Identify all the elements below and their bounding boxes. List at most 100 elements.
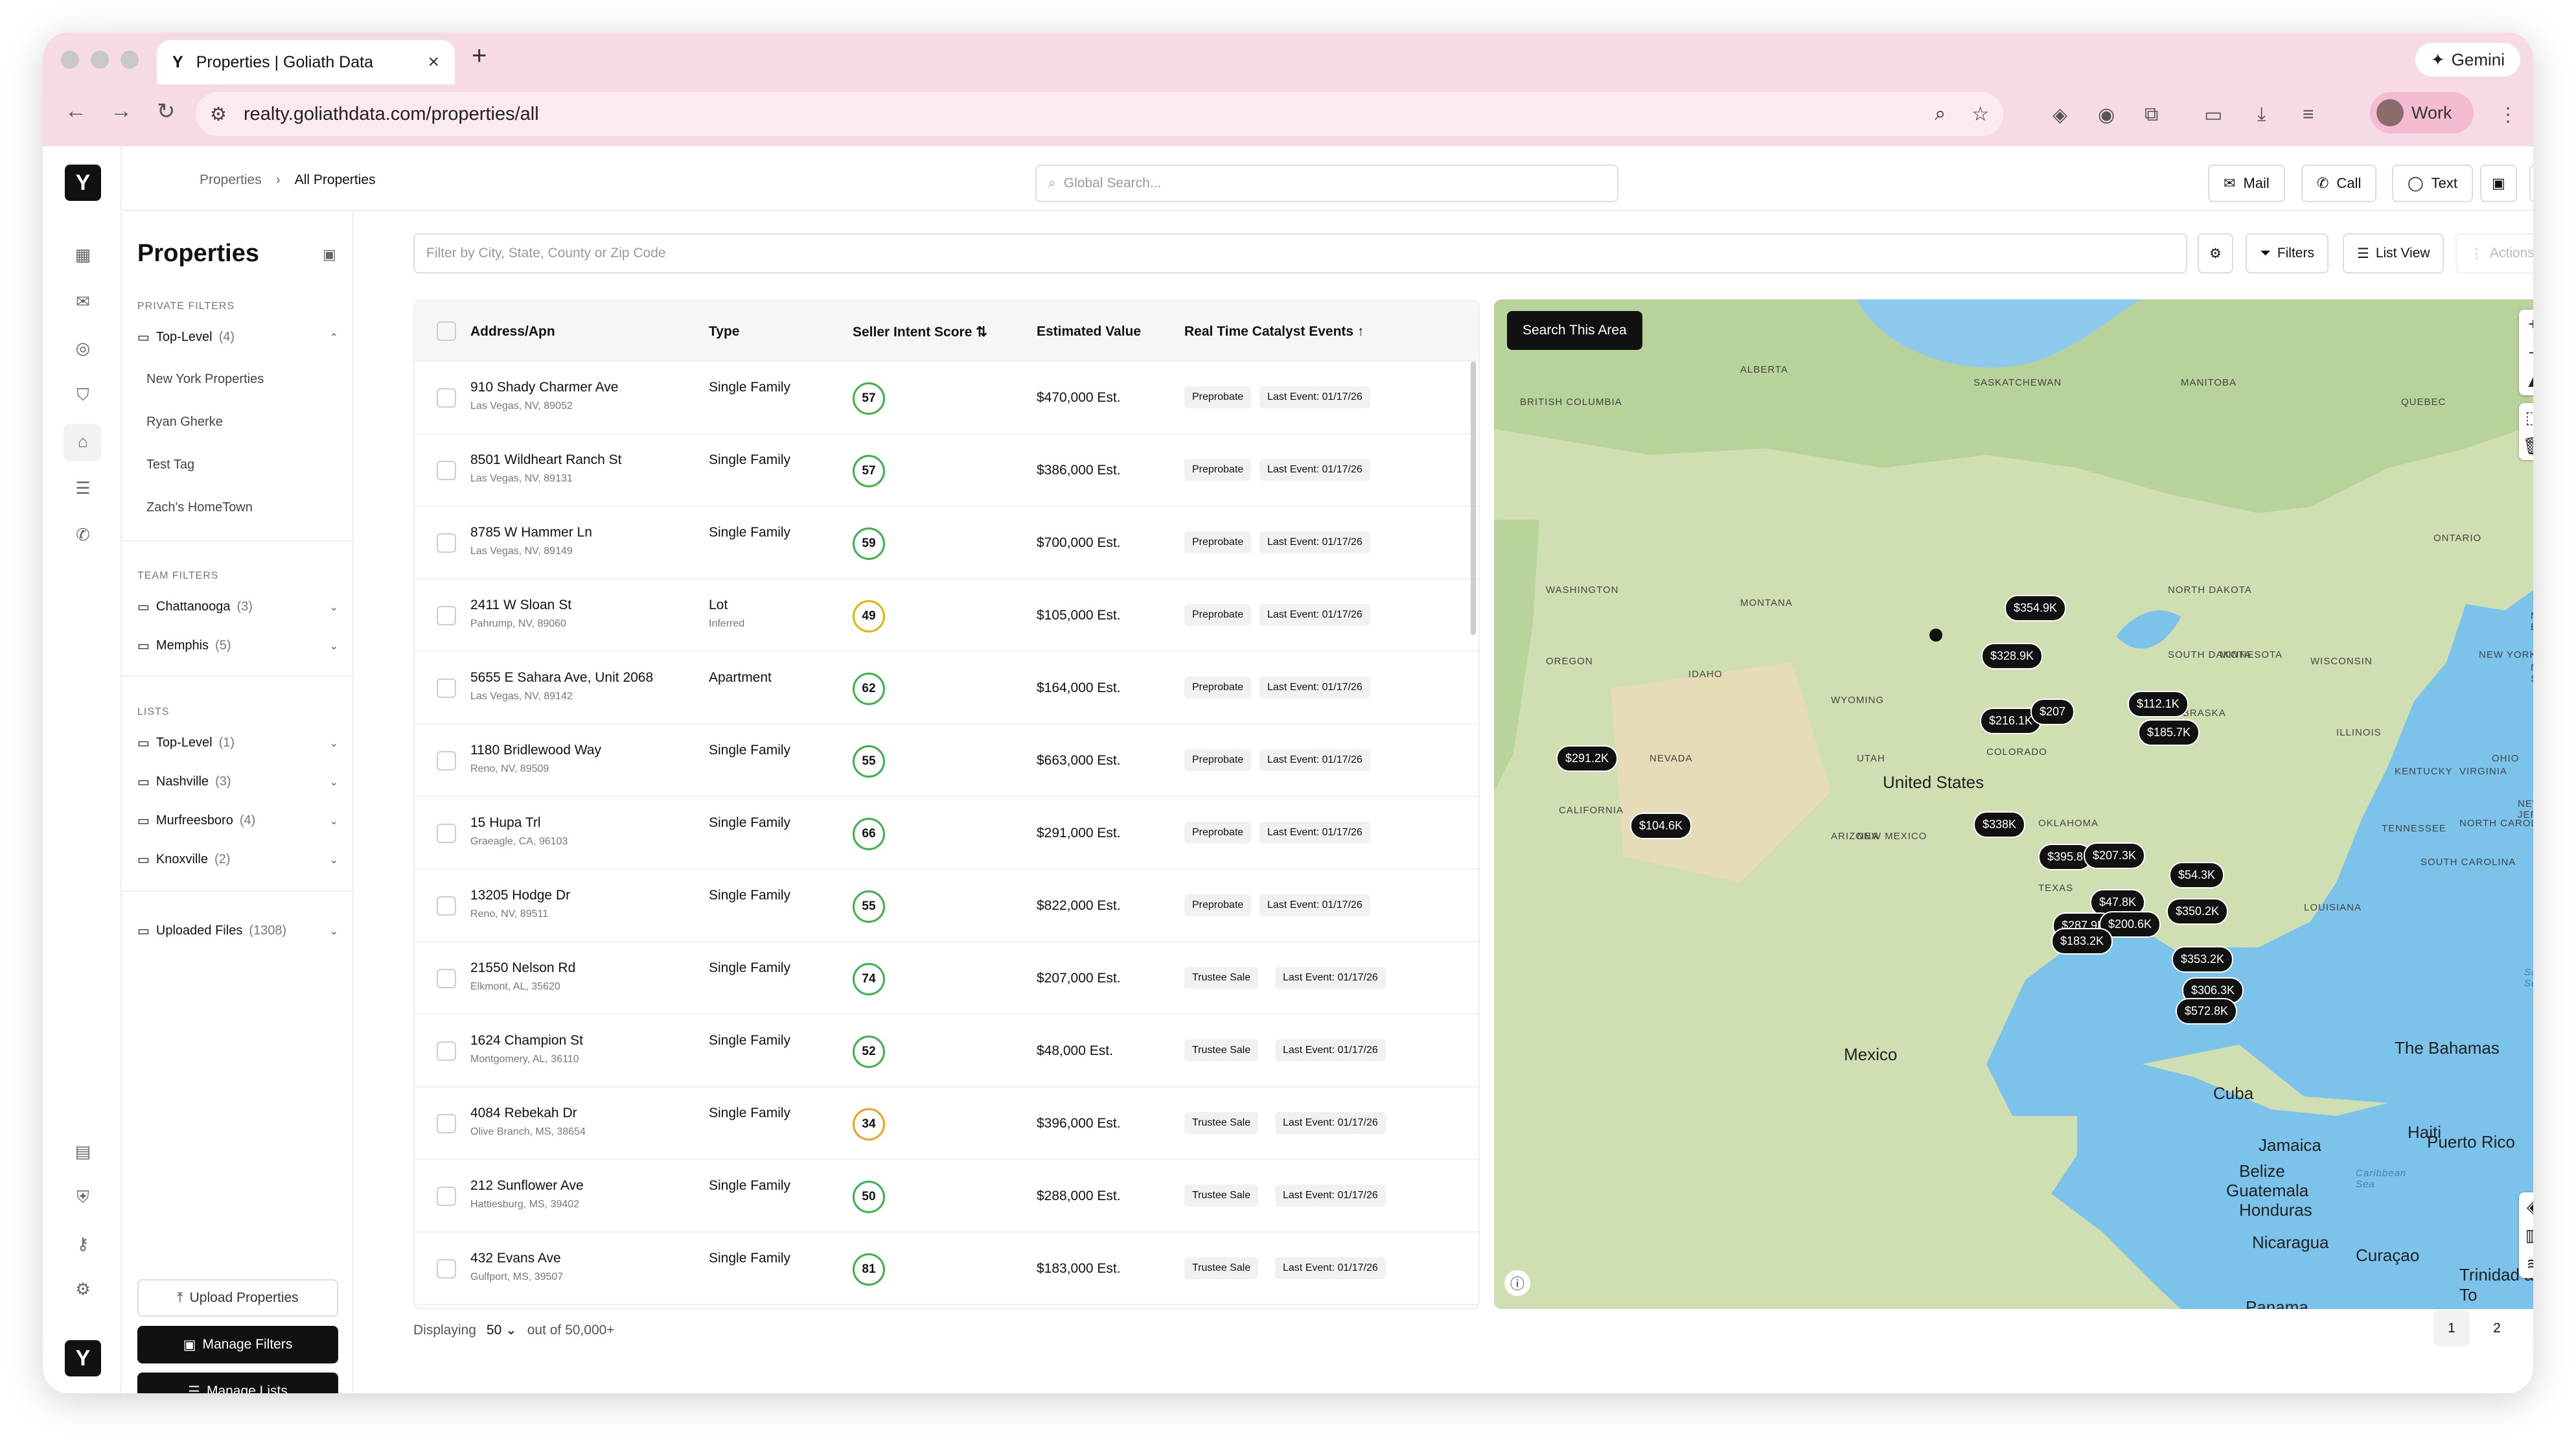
zoom-out-button[interactable]: − (2519, 338, 2533, 367)
private-top-level-group[interactable]: ▭ Top-Level (4) ⌃ (137, 329, 338, 345)
goliath-logo[interactable]: Y (65, 165, 101, 201)
address-cell[interactable]: 212 Sunflower Ave Hattiesburg, MS, 39402 (470, 1178, 584, 1211)
list-knoxville[interactable]: ▭ Knoxville (2) ⌄ (137, 852, 338, 868)
team-filter-chattanooga[interactable]: ▭ Chattanooga (3) ⌄ (137, 599, 338, 615)
price-pin[interactable]: $54.3K (2169, 862, 2224, 888)
database-icon[interactable]: ☰ (71, 478, 95, 498)
price-pin[interactable]: $354.9K (2005, 595, 2066, 621)
settings-icon[interactable]: ⚙ (71, 1279, 95, 1299)
filter-test-tag[interactable]: Test Tag (146, 458, 194, 472)
table-row[interactable]: 8785 W Hammer Ln Las Vegas, NV, 89149 Si… (415, 507, 1478, 579)
select-all-checkbox[interactable] (437, 321, 456, 341)
price-pin[interactable]: $572.8K (2176, 998, 2237, 1025)
maximize-window-button[interactable] (121, 51, 139, 69)
table-row[interactable]: 2411 W Sloan St Pahrump, NV, 89060 Lot I… (415, 579, 1478, 652)
price-pin[interactable]: $328.9K (1981, 643, 2043, 669)
download-icon[interactable]: ⤓ (2257, 104, 2266, 126)
page-2-button[interactable]: 2 (2479, 1310, 2515, 1347)
draw-polygon-icon[interactable]: ⬚ (2519, 403, 2533, 432)
calendar-button[interactable]: ▣ (2480, 165, 2517, 202)
column-address[interactable]: Address/Apn (470, 324, 555, 340)
price-pin[interactable]: $291.2K (1556, 745, 1618, 772)
filter-zachs-hometown[interactable]: Zach's HomeTown (146, 500, 253, 515)
extension-icon[interactable]: ◈ (2053, 104, 2067, 126)
phone-icon[interactable]: ✆ (71, 525, 95, 545)
next-page-icon[interactable]: › (2524, 1310, 2533, 1347)
table-row[interactable]: 432 Evans Ave Gulfport, MS, 39507 Single… (415, 1233, 1478, 1305)
address-bar[interactable]: ⚙ realty.goliathdata.com/properties/all … (196, 92, 2003, 136)
close-tab-icon[interactable]: × (428, 51, 439, 73)
address-cell[interactable]: 1624 Champion St Montgomery, AL, 36110 (470, 1033, 583, 1065)
address-cell[interactable]: 15 Hupa Trl Graeagle, CA, 96103 (470, 815, 568, 848)
menu-icon[interactable]: ⋮ (2498, 104, 2518, 126)
info-icon[interactable]: ⓘ (1504, 1270, 1530, 1296)
address-cell[interactable]: 13205 Hodge Dr Reno, NV, 89511 (470, 888, 570, 920)
reload-icon[interactable]: ↻ (157, 99, 176, 124)
site-info-icon[interactable]: ⚙ (210, 103, 227, 126)
page-1-button[interactable]: 1 (2433, 1310, 2470, 1347)
breadcrumb-properties[interactable]: Properties (200, 172, 262, 188)
dashboard-icon[interactable]: ▦ (71, 245, 95, 265)
notifications-button[interactable]: 29 (2529, 165, 2533, 202)
table-row[interactable]: 1624 Champion St Montgomery, AL, 36110 S… (415, 1015, 1478, 1087)
address-cell[interactable]: 21550 Nelson Rd Elkmont, AL, 35620 (470, 960, 575, 993)
puzzle-icon[interactable]: ⧉ (2145, 104, 2158, 126)
table-scrollbar[interactable] (1471, 362, 1476, 635)
table-row[interactable]: 21550 Nelson Rd Elkmont, AL, 35620 Singl… (415, 942, 1478, 1015)
price-pin[interactable]: $350.2K (2167, 898, 2228, 925)
price-pin[interactable]: $207 (2030, 699, 2075, 725)
team-filter-memphis[interactable]: ▭ Memphis (5) ⌄ (137, 638, 338, 654)
address-cell[interactable]: 5655 E Sahara Ave, Unit 2068 Las Vegas, … (470, 670, 653, 702)
filter-ryan-gherke[interactable]: Ryan Gherke (146, 415, 223, 430)
price-pin[interactable]: $185.7K (2138, 719, 2200, 746)
reading-list-icon[interactable]: ≡ (2303, 104, 2314, 126)
table-row[interactable]: 1180 Bridlewood Way Reno, NV, 89509 Sing… (415, 724, 1478, 797)
manage-lists-button[interactable]: ☰Manage Lists (137, 1373, 338, 1393)
filter-new-york-properties[interactable]: New York Properties (146, 372, 264, 387)
table-row[interactable]: 13205 Hodge Dr Reno, NV, 89511 Single Fa… (415, 870, 1478, 942)
media-icon[interactable]: ▭ (2204, 104, 2222, 126)
back-icon[interactable]: ← (65, 99, 87, 124)
zoom-in-button[interactable]: + (2519, 310, 2533, 338)
bookmark-star-icon[interactable]: ☆ (1972, 103, 1989, 126)
page-size-select[interactable]: 50 ⌄ (487, 1322, 517, 1338)
table-row[interactable]: 4084 Rebekah Dr Olive Branch, MS, 38654 … (415, 1087, 1478, 1160)
row-checkbox[interactable] (437, 1259, 456, 1279)
column-catalyst-events[interactable]: Real Time Catalyst Events ↑ (1184, 324, 1364, 340)
table-row[interactable]: 8501 Wildheart Ranch St Las Vegas, NV, 8… (415, 434, 1478, 507)
row-checkbox[interactable] (437, 1187, 456, 1206)
filters-button[interactable]: ⏷Filters (2246, 233, 2329, 273)
row-checkbox[interactable] (437, 751, 456, 771)
manage-filters-button[interactable]: ▣Manage Filters (137, 1326, 338, 1363)
home-icon[interactable]: ⌂ (71, 432, 95, 452)
search-this-area-button[interactable]: Search This Area (1507, 311, 1642, 350)
collapse-sidebar-icon[interactable]: ▣ (323, 246, 336, 263)
row-checkbox[interactable] (437, 1041, 456, 1061)
address-cell[interactable]: 2411 W Sloan St Pahrump, NV, 89060 (470, 597, 571, 630)
layers-icon[interactable]: ◈ (2519, 1192, 2533, 1221)
profile-button[interactable]: Work (2370, 92, 2474, 133)
settings-button[interactable]: ⚙ (2198, 233, 2233, 273)
key-icon[interactable]: ⚷ (71, 1234, 95, 1254)
row-checkbox[interactable] (437, 461, 456, 480)
extension-icon[interactable]: ◉ (2098, 104, 2115, 126)
actions-button[interactable]: ⋮Actions (2455, 233, 2533, 273)
map-type-icon[interactable]: ▥ (2519, 1221, 2533, 1249)
user-logo[interactable]: Y (65, 1340, 101, 1376)
trash-icon[interactable]: 🗑 (2519, 432, 2533, 460)
address-cell[interactable]: 910 Shady Charmer Ave Las Vegas, NV, 890… (470, 380, 618, 412)
inbox-icon[interactable]: ✉ (71, 292, 95, 312)
close-window-button[interactable] (61, 51, 79, 69)
address-cell[interactable]: 1180 Bridlewood Way Reno, NV, 89509 (470, 743, 601, 775)
campaign-icon[interactable]: ⛉ (71, 385, 95, 406)
contacts-icon[interactable]: ◎ (71, 338, 95, 358)
property-map[interactable]: ALBERTASASKATCHEWANMANITOBABRITISH COLUM… (1494, 299, 2533, 1309)
column-type[interactable]: Type (709, 324, 739, 340)
row-checkbox[interactable] (437, 969, 456, 988)
minimize-window-button[interactable] (91, 51, 109, 69)
row-checkbox[interactable] (437, 1114, 456, 1133)
list-nashville[interactable]: ▭ Nashville (3) ⌄ (137, 774, 338, 790)
row-checkbox[interactable] (437, 388, 456, 408)
heatmap-icon[interactable]: ≋ (2519, 1249, 2533, 1278)
gemini-button[interactable]: ✦ Gemini (2415, 43, 2520, 76)
